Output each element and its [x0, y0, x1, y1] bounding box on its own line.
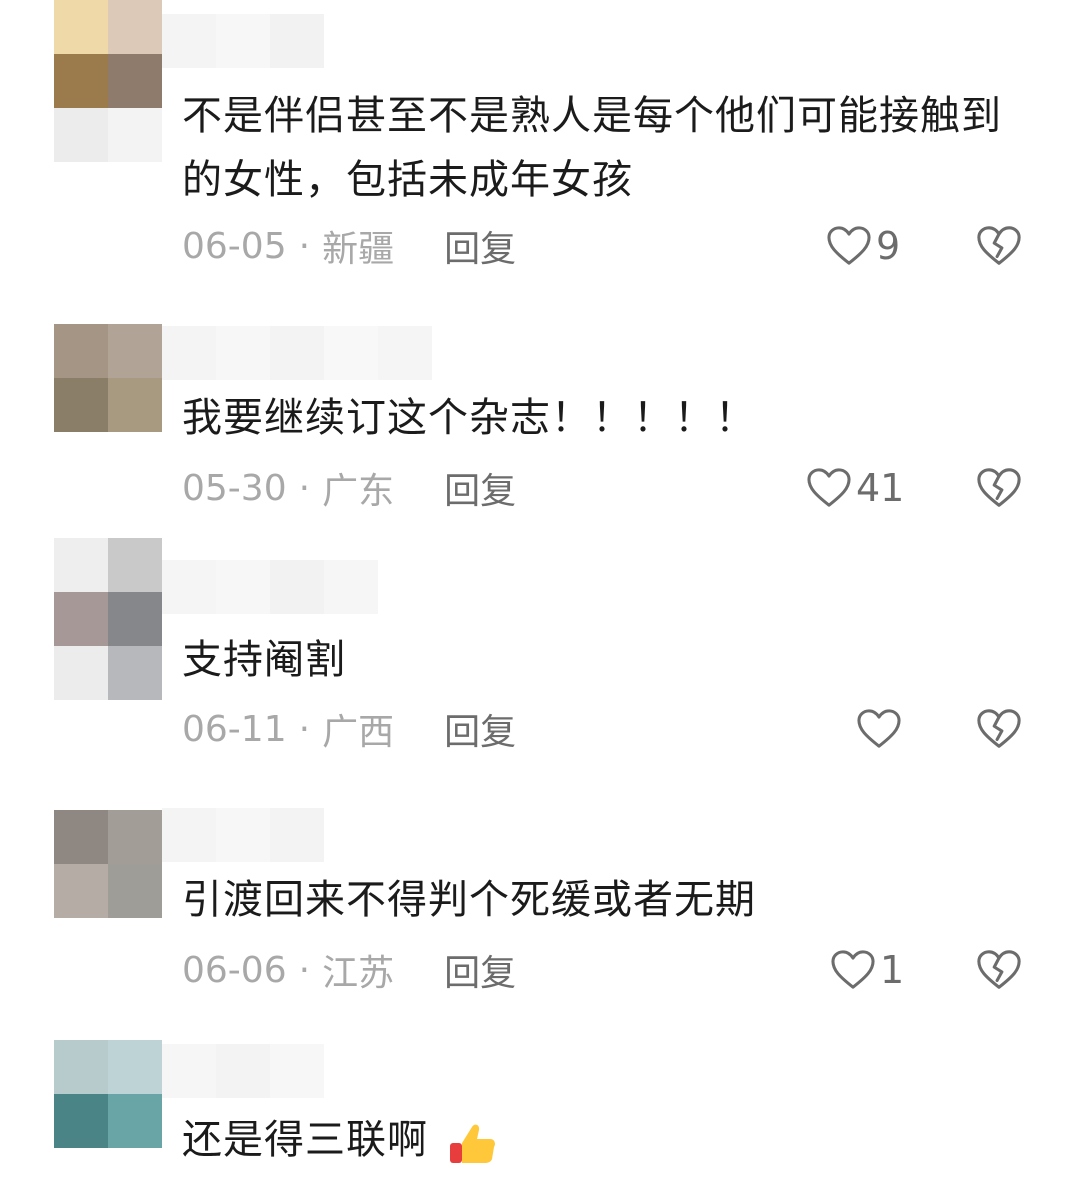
comment-text-content: 还是得三联啊 — [182, 1117, 428, 1163]
like-button[interactable]: 9 — [826, 222, 900, 270]
reply-button[interactable]: 回复 — [444, 944, 516, 996]
like-button[interactable]: 1 — [830, 946, 904, 994]
thumbs-up-emoji-icon — [448, 1120, 498, 1164]
comment-location: 新疆 — [322, 229, 395, 270]
comment-meta: 06-06 · 江苏 回复 — [182, 944, 516, 996]
comment-text: 我要继续订这个杂志！！！！！ — [182, 395, 756, 441]
username-redacted[interactable] — [162, 326, 432, 380]
username-redacted[interactable] — [162, 1044, 324, 1098]
avatar[interactable] — [54, 0, 162, 162]
broken-heart-icon — [977, 950, 1021, 989]
comment-text: 支持阉割 — [182, 637, 346, 683]
comment-text: 引渡回来不得判个死缓或者无期 — [182, 877, 756, 923]
comment-location: 广西 — [322, 712, 395, 753]
separator-dot: · — [298, 467, 311, 509]
username-redacted[interactable] — [162, 14, 324, 68]
like-count: 1 — [880, 948, 905, 992]
dislike-button[interactable] — [976, 707, 1022, 751]
comment-text: 不是伴侣甚至不是熟人是每个他们可能接触到的女性，包括未成年女孩 — [182, 93, 1002, 203]
avatar[interactable] — [54, 1040, 162, 1148]
comment-meta: 05-30 · 广东 回复 — [182, 462, 516, 514]
separator-dot: · — [298, 949, 311, 991]
heart-outline-icon — [857, 709, 901, 748]
avatar-top-pixels — [54, 538, 162, 592]
dislike-button[interactable] — [976, 948, 1022, 992]
comment-date: 06-05 — [182, 225, 287, 267]
comment-meta: 06-05 · 新疆 回复 — [182, 220, 516, 272]
username-redacted[interactable] — [162, 808, 324, 862]
heart-outline-icon — [827, 226, 871, 265]
like-button[interactable] — [856, 705, 906, 753]
comment-meta: 06-11 · 广西 回复 — [182, 703, 516, 755]
separator-dot: · — [298, 708, 311, 750]
comment-location: 江苏 — [322, 953, 395, 994]
broken-heart-icon — [977, 226, 1021, 265]
heart-outline-icon — [831, 950, 875, 989]
dislike-button[interactable] — [976, 224, 1022, 268]
comment-date: 06-11 — [182, 708, 287, 750]
comment-text: 还是得三联啊 — [182, 1108, 1012, 1172]
dislike-button[interactable] — [976, 466, 1022, 510]
broken-heart-icon — [977, 709, 1021, 748]
like-button[interactable]: 41 — [806, 464, 904, 512]
avatar[interactable] — [54, 592, 162, 700]
avatar[interactable] — [54, 324, 162, 432]
reply-button[interactable]: 回复 — [444, 462, 516, 514]
separator-dot: · — [298, 225, 311, 267]
username-redacted[interactable] — [162, 560, 378, 614]
heart-outline-icon — [807, 468, 851, 507]
broken-heart-icon — [977, 468, 1021, 507]
reply-button[interactable]: 回复 — [444, 703, 516, 755]
comment-date: 05-30 — [182, 467, 287, 509]
comment-location: 广东 — [322, 471, 395, 512]
like-count: 41 — [856, 466, 905, 510]
like-count: 9 — [876, 224, 901, 268]
reply-button[interactable]: 回复 — [444, 220, 516, 272]
avatar[interactable] — [54, 810, 162, 918]
comment-date: 06-06 — [182, 949, 287, 991]
